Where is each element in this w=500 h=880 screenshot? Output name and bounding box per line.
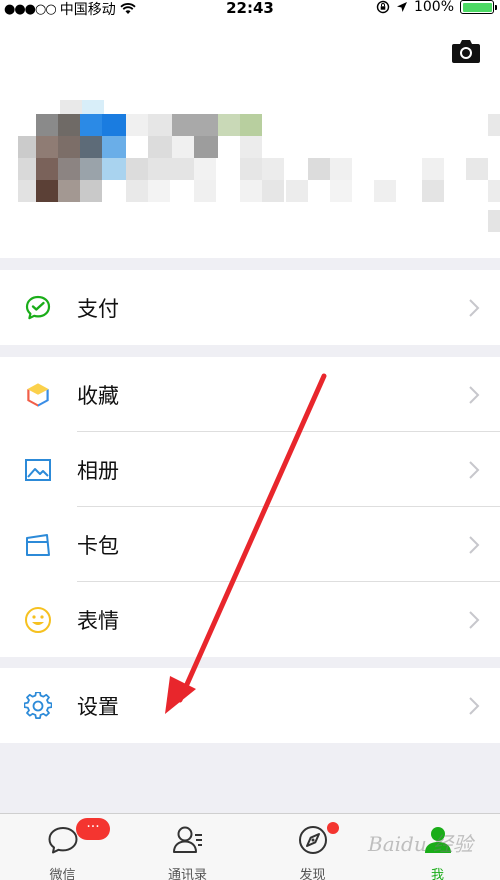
menu-item-stickers[interactable]: 表情 <box>0 582 500 657</box>
section-settings: 设置 <box>0 668 500 743</box>
location-icon <box>396 2 407 12</box>
menu-item-cards-label: 卡包 <box>77 533 119 558</box>
tab-discover-label: 发现 <box>299 868 326 880</box>
menu-item-album-label: 相册 <box>77 458 119 483</box>
discover-notification-dot <box>327 822 339 834</box>
tab-contacts-label: 通讯录 <box>167 868 207 880</box>
cube-icon <box>26 382 50 407</box>
unread-badge: ··· <box>76 818 110 840</box>
menu-item-cards[interactable]: 卡包 <box>0 507 500 582</box>
tab-chats-label: 微信 <box>49 868 76 880</box>
chevron-right-icon <box>469 385 480 404</box>
wechat-pay-icon <box>25 295 51 319</box>
menu-item-pay[interactable]: 支付 <box>0 270 500 345</box>
contacts-icon <box>172 826 202 853</box>
menu-item-settings[interactable]: 设置 <box>0 668 500 743</box>
section-collections: 收藏 相册 卡包 表情 <box>0 357 500 657</box>
compass-icon <box>298 826 327 854</box>
profile-header[interactable] <box>0 16 500 258</box>
chevron-right-icon <box>469 460 480 479</box>
menu-item-favorites-label: 收藏 <box>77 383 119 408</box>
chevron-right-icon <box>469 535 480 554</box>
menu-item-favorites[interactable]: 收藏 <box>0 357 500 432</box>
section-pay: 支付 <box>0 270 500 345</box>
menu-item-album[interactable]: 相册 <box>0 432 500 507</box>
tab-me-label: 我 <box>430 868 444 880</box>
status-bar: ●●●○○ 中国移动 22:43 100% <box>0 0 500 18</box>
card-wallet-icon <box>26 533 50 556</box>
battery-icon <box>460 0 497 14</box>
chevron-right-icon <box>469 696 480 715</box>
battery-percent: 100% <box>413 0 454 15</box>
tab-discover[interactable]: 发现 <box>250 814 375 880</box>
camera-icon[interactable] <box>451 38 481 64</box>
menu-item-stickers-label: 表情 <box>77 608 119 633</box>
chevron-right-icon <box>469 298 480 317</box>
photo-icon <box>25 458 51 481</box>
tab-contacts[interactable]: 通讯录 <box>125 814 250 880</box>
menu-item-pay-label: 支付 <box>77 296 119 321</box>
rotation-lock-icon <box>376 0 390 14</box>
smiley-icon <box>25 606 51 633</box>
chevron-right-icon <box>469 610 480 629</box>
tab-chats[interactable]: ··· 微信 <box>0 814 125 880</box>
baidu-watermark: Baidu 经验 <box>368 832 474 856</box>
gear-icon <box>24 691 52 719</box>
menu-item-settings-label: 设置 <box>77 694 119 719</box>
chat-bubble-icon <box>48 827 77 854</box>
